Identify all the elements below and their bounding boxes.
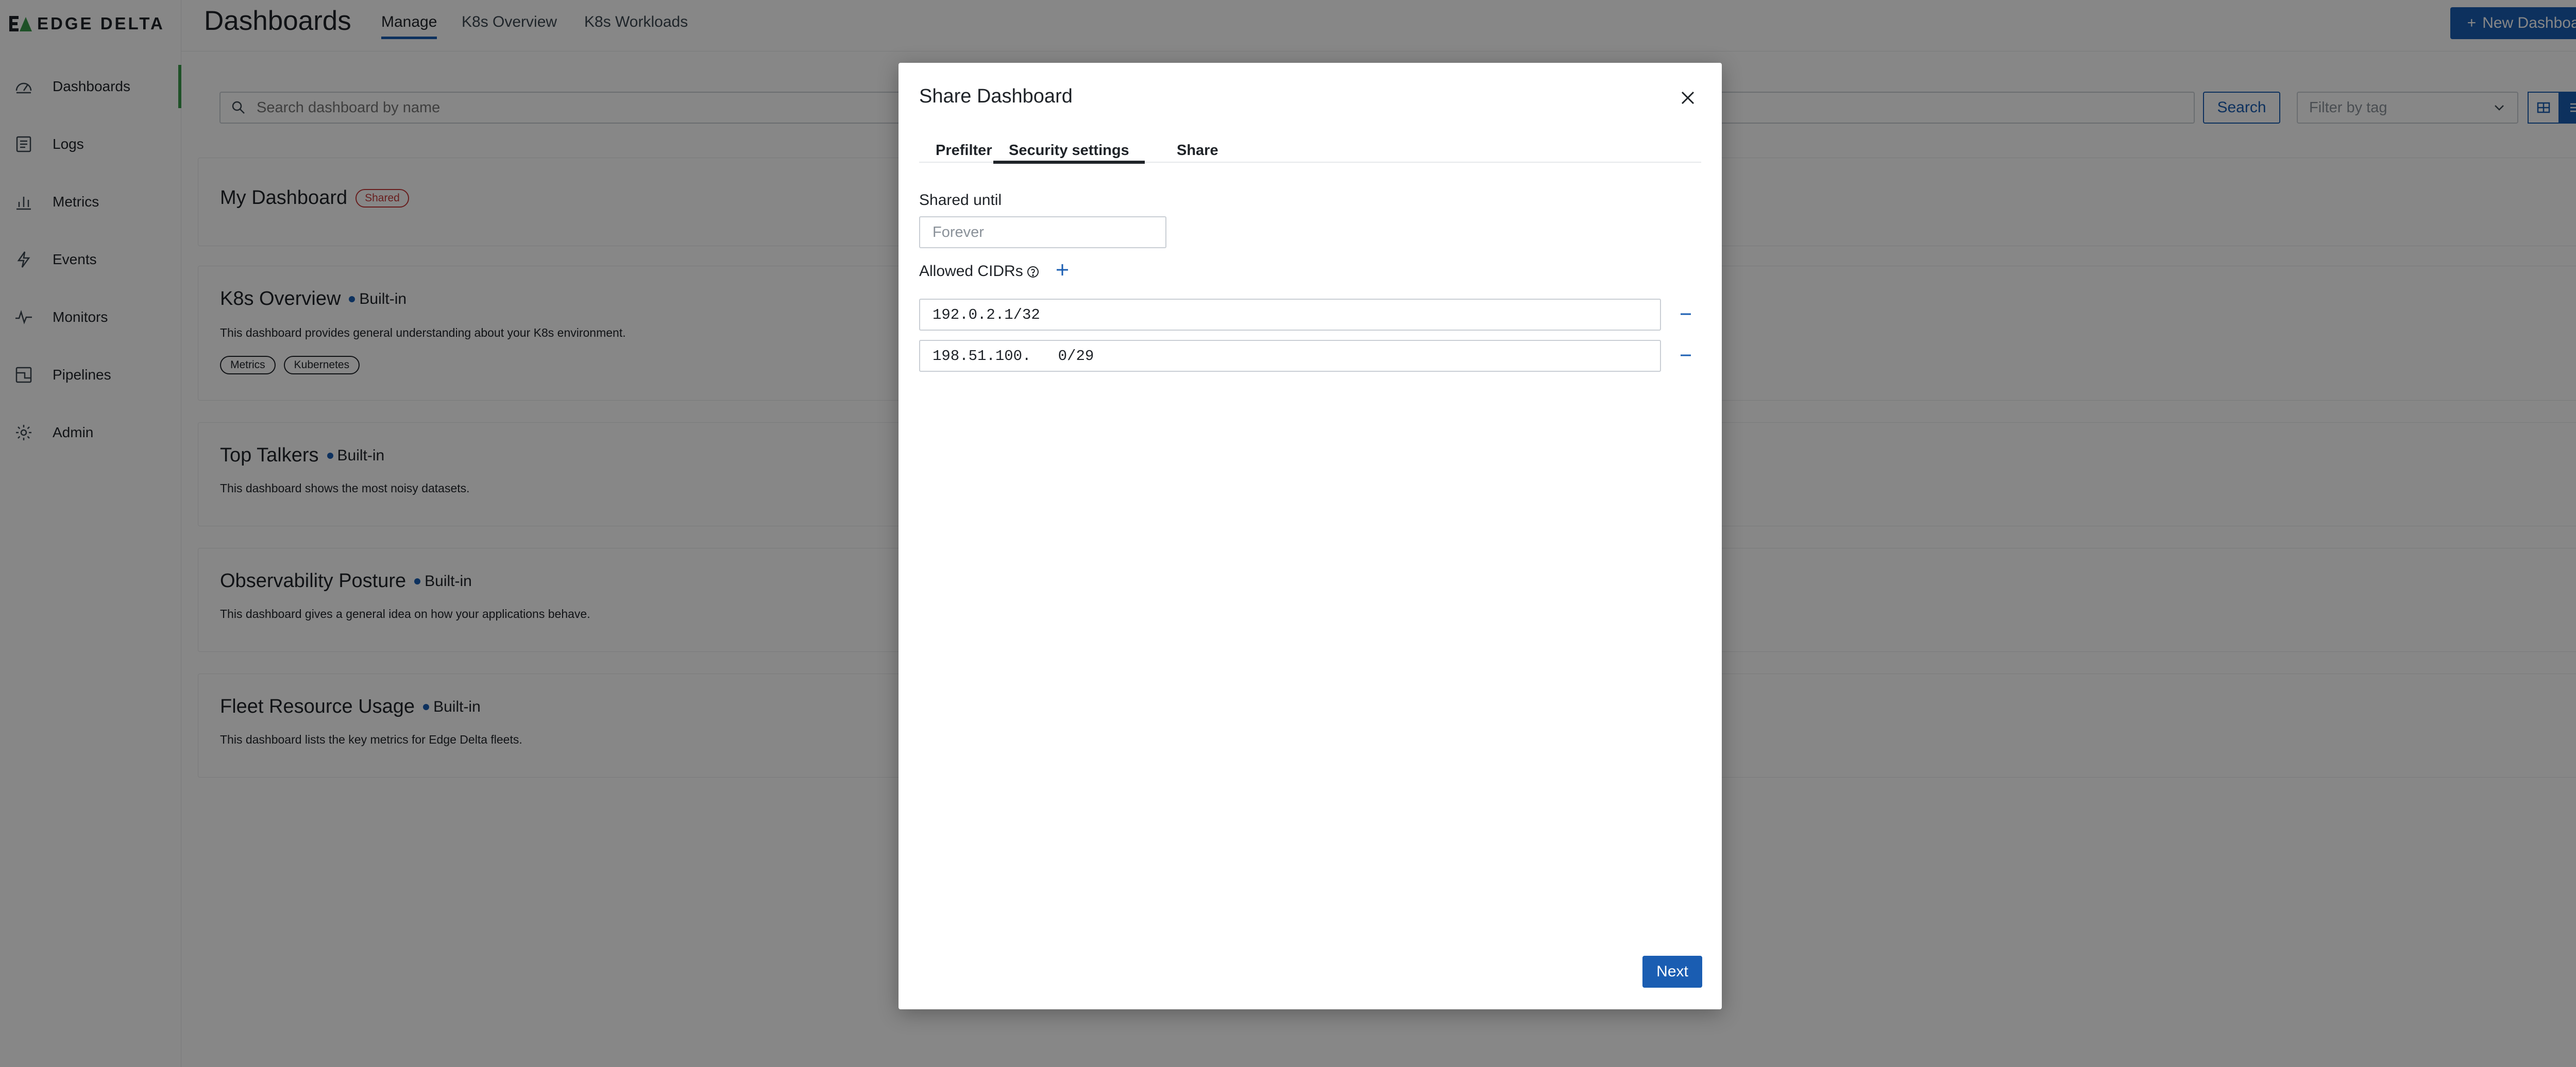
remove-cidr-button[interactable] (1676, 305, 1695, 323)
plus-icon (1057, 264, 1068, 276)
tab-security-settings[interactable]: Security settings (993, 142, 1145, 164)
modal-tabs: Prefilter Security settings Share (919, 137, 1701, 164)
remove-cidr-button[interactable] (1676, 346, 1695, 365)
add-cidr-button[interactable] (1053, 261, 1072, 279)
next-button[interactable]: Next (1642, 956, 1702, 988)
cidr-input[interactable]: 198.51.100. 0/29 (919, 340, 1661, 372)
tab-prefilter[interactable]: Prefilter (936, 142, 992, 164)
minus-icon (1681, 313, 1691, 315)
shared-until-input[interactable]: Forever (919, 216, 1166, 248)
allowed-cidrs-text: Allowed CIDRs (919, 263, 1023, 280)
allowed-cidrs-label: Allowed CIDRs (919, 263, 1040, 280)
shared-until-label: Shared until (919, 192, 1002, 209)
close-button[interactable] (1677, 88, 1698, 108)
modal-title: Share Dashboard (919, 85, 1073, 107)
minus-icon (1681, 354, 1691, 356)
tab-share[interactable]: Share (1177, 142, 1218, 164)
cidr-input[interactable]: 192.0.2.1/32 (919, 299, 1661, 331)
share-dashboard-modal: Share Dashboard Prefilter Security setti… (899, 63, 1722, 1009)
close-icon (1681, 91, 1694, 105)
help-circle-icon[interactable] (1026, 265, 1040, 279)
